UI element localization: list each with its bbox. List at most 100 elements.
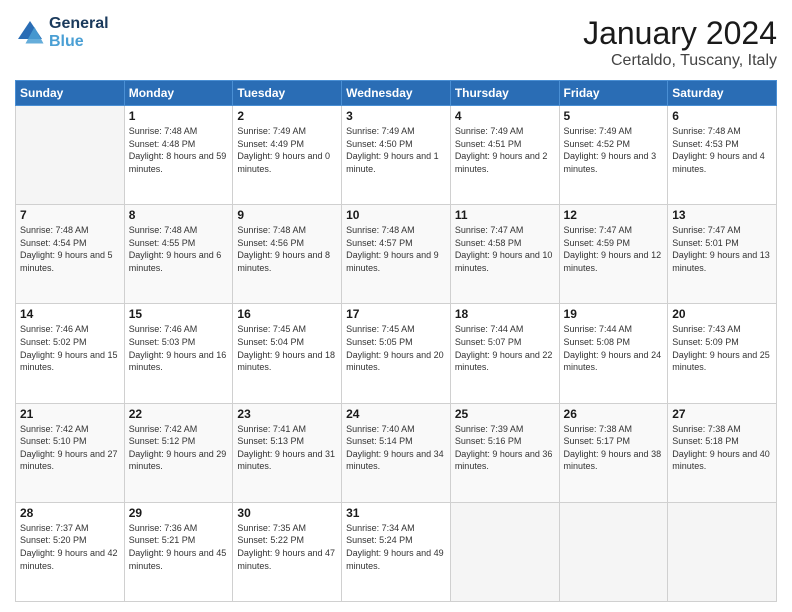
day-number: 23	[237, 407, 337, 421]
day-number: 13	[672, 208, 772, 222]
logo-icon	[15, 18, 45, 48]
calendar-cell: 14 Sunrise: 7:46 AM Sunset: 5:02 PM Dayli…	[16, 304, 125, 403]
day-info: Sunrise: 7:38 AM Sunset: 5:18 PM Dayligh…	[672, 423, 772, 473]
calendar-cell: 11 Sunrise: 7:47 AM Sunset: 4:58 PM Dayli…	[450, 205, 559, 304]
day-number: 1	[129, 109, 229, 123]
header: General Blue January 2024 Certaldo, Tusc…	[15, 15, 777, 70]
calendar-cell: 18 Sunrise: 7:44 AM Sunset: 5:07 PM Dayli…	[450, 304, 559, 403]
calendar-cell: 15 Sunrise: 7:46 AM Sunset: 5:03 PM Dayli…	[124, 304, 233, 403]
day-info: Sunrise: 7:36 AM Sunset: 5:21 PM Dayligh…	[129, 522, 229, 572]
day-number: 10	[346, 208, 446, 222]
day-info: Sunrise: 7:44 AM Sunset: 5:08 PM Dayligh…	[564, 323, 664, 373]
day-number: 30	[237, 506, 337, 520]
calendar-cell: 20 Sunrise: 7:43 AM Sunset: 5:09 PM Dayli…	[668, 304, 777, 403]
title-block: January 2024 Certaldo, Tuscany, Italy	[583, 15, 777, 70]
calendar-cell	[450, 502, 559, 601]
calendar-cell: 10 Sunrise: 7:48 AM Sunset: 4:57 PM Dayli…	[342, 205, 451, 304]
day-number: 11	[455, 208, 555, 222]
calendar-cell: 9 Sunrise: 7:48 AM Sunset: 4:56 PM Daylig…	[233, 205, 342, 304]
day-number: 15	[129, 307, 229, 321]
day-info: Sunrise: 7:47 AM Sunset: 4:58 PM Dayligh…	[455, 224, 555, 274]
day-number: 16	[237, 307, 337, 321]
calendar-cell: 5 Sunrise: 7:49 AM Sunset: 4:52 PM Daylig…	[559, 106, 668, 205]
calendar-cell: 30Sunrise: 7:35 AM Sunset: 5:22 PM Dayli…	[233, 502, 342, 601]
page: General Blue January 2024 Certaldo, Tusc…	[0, 0, 792, 612]
calendar-cell	[16, 106, 125, 205]
day-info: Sunrise: 7:47 AM Sunset: 4:59 PM Dayligh…	[564, 224, 664, 274]
day-number: 19	[564, 307, 664, 321]
day-number: 8	[129, 208, 229, 222]
calendar-cell: 23 Sunrise: 7:41 AM Sunset: 5:13 PM Dayli…	[233, 403, 342, 502]
subtitle: Certaldo, Tuscany, Italy	[583, 52, 777, 70]
calendar-cell: 19 Sunrise: 7:44 AM Sunset: 5:08 PM Dayli…	[559, 304, 668, 403]
day-info: Sunrise: 7:39 AM Sunset: 5:16 PM Dayligh…	[455, 423, 555, 473]
day-info: Sunrise: 7:46 AM Sunset: 5:03 PM Dayligh…	[129, 323, 229, 373]
calendar-cell: 3 Sunrise: 7:49 AM Sunset: 4:50 PM Daylig…	[342, 106, 451, 205]
calendar-cell: 28Sunrise: 7:37 AM Sunset: 5:20 PM Dayli…	[16, 502, 125, 601]
day-number: 3	[346, 109, 446, 123]
day-number: 18	[455, 307, 555, 321]
day-info: Sunrise: 7:49 AM Sunset: 4:52 PM Dayligh…	[564, 125, 664, 175]
calendar-cell: 29 Sunrise: 7:36 AM Sunset: 5:21 PM Dayli…	[124, 502, 233, 601]
calendar-cell: 7Sunrise: 7:48 AM Sunset: 4:54 PM Daylig…	[16, 205, 125, 304]
day-info: Sunrise: 7:45 AM Sunset: 5:04 PM Dayligh…	[237, 323, 337, 373]
day-header-friday: Friday	[559, 81, 668, 106]
day-info: Sunrise: 7:37 AM Sunset: 5:20 PM Dayligh…	[20, 522, 120, 572]
calendar-cell	[559, 502, 668, 601]
day-number: 17	[346, 307, 446, 321]
calendar-cell: 4 Sunrise: 7:49 AM Sunset: 4:51 PM Daylig…	[450, 106, 559, 205]
calendar-cell: 22Sunrise: 7:42 AM Sunset: 5:12 PM Dayli…	[124, 403, 233, 502]
day-info: Sunrise: 7:44 AM Sunset: 5:07 PM Dayligh…	[455, 323, 555, 373]
main-title: January 2024	[583, 15, 777, 52]
calendar-cell: 12Sunrise: 7:47 AM Sunset: 4:59 PM Dayli…	[559, 205, 668, 304]
day-info: Sunrise: 7:38 AM Sunset: 5:17 PM Dayligh…	[564, 423, 664, 473]
day-header-monday: Monday	[124, 81, 233, 106]
day-number: 4	[455, 109, 555, 123]
day-info: Sunrise: 7:48 AM Sunset: 4:48 PM Dayligh…	[129, 125, 229, 175]
logo: General Blue	[15, 15, 109, 51]
day-number: 27	[672, 407, 772, 421]
day-number: 6	[672, 109, 772, 123]
calendar-cell: 16 Sunrise: 7:45 AM Sunset: 5:04 PM Dayli…	[233, 304, 342, 403]
day-number: 25	[455, 407, 555, 421]
day-number: 21	[20, 407, 120, 421]
day-number: 5	[564, 109, 664, 123]
calendar-cell: 17Sunrise: 7:45 AM Sunset: 5:05 PM Dayli…	[342, 304, 451, 403]
day-info: Sunrise: 7:41 AM Sunset: 5:13 PM Dayligh…	[237, 423, 337, 473]
calendar-cell: 24Sunrise: 7:40 AM Sunset: 5:14 PM Dayli…	[342, 403, 451, 502]
day-info: Sunrise: 7:49 AM Sunset: 4:50 PM Dayligh…	[346, 125, 446, 175]
day-info: Sunrise: 7:48 AM Sunset: 4:55 PM Dayligh…	[129, 224, 229, 274]
day-info: Sunrise: 7:49 AM Sunset: 4:51 PM Dayligh…	[455, 125, 555, 175]
day-header-thursday: Thursday	[450, 81, 559, 106]
day-info: Sunrise: 7:46 AM Sunset: 5:02 PM Dayligh…	[20, 323, 120, 373]
calendar-cell: 8 Sunrise: 7:48 AM Sunset: 4:55 PM Daylig…	[124, 205, 233, 304]
day-info: Sunrise: 7:48 AM Sunset: 4:57 PM Dayligh…	[346, 224, 446, 274]
day-header-wednesday: Wednesday	[342, 81, 451, 106]
calendar-cell: 2Sunrise: 7:49 AM Sunset: 4:49 PM Daylig…	[233, 106, 342, 205]
day-number: 9	[237, 208, 337, 222]
calendar-table: SundayMondayTuesdayWednesdayThursdayFrid…	[15, 80, 777, 602]
day-info: Sunrise: 7:43 AM Sunset: 5:09 PM Dayligh…	[672, 323, 772, 373]
day-info: Sunrise: 7:34 AM Sunset: 5:24 PM Dayligh…	[346, 522, 446, 572]
day-info: Sunrise: 7:48 AM Sunset: 4:56 PM Dayligh…	[237, 224, 337, 274]
day-header-saturday: Saturday	[668, 81, 777, 106]
day-number: 31	[346, 506, 446, 520]
calendar-cell: 25 Sunrise: 7:39 AM Sunset: 5:16 PM Dayli…	[450, 403, 559, 502]
day-header-sunday: Sunday	[16, 81, 125, 106]
calendar-cell: 1 Sunrise: 7:48 AM Sunset: 4:48 PM Daylig…	[124, 106, 233, 205]
calendar-cell: 21 Sunrise: 7:42 AM Sunset: 5:10 PM Dayli…	[16, 403, 125, 502]
day-number: 29	[129, 506, 229, 520]
day-info: Sunrise: 7:42 AM Sunset: 5:12 PM Dayligh…	[129, 423, 229, 473]
day-info: Sunrise: 7:49 AM Sunset: 4:49 PM Dayligh…	[237, 125, 337, 175]
calendar-header-row: SundayMondayTuesdayWednesdayThursdayFrid…	[16, 81, 777, 106]
calendar-cell: 6 Sunrise: 7:48 AM Sunset: 4:53 PM Daylig…	[668, 106, 777, 205]
calendar-cell: 26 Sunrise: 7:38 AM Sunset: 5:17 PM Dayli…	[559, 403, 668, 502]
day-number: 24	[346, 407, 446, 421]
day-number: 14	[20, 307, 120, 321]
day-info: Sunrise: 7:42 AM Sunset: 5:10 PM Dayligh…	[20, 423, 120, 473]
day-number: 26	[564, 407, 664, 421]
day-info: Sunrise: 7:48 AM Sunset: 4:53 PM Dayligh…	[672, 125, 772, 175]
logo-text: General Blue	[49, 15, 109, 51]
day-number: 20	[672, 307, 772, 321]
calendar-cell: 31 Sunrise: 7:34 AM Sunset: 5:24 PM Dayli…	[342, 502, 451, 601]
